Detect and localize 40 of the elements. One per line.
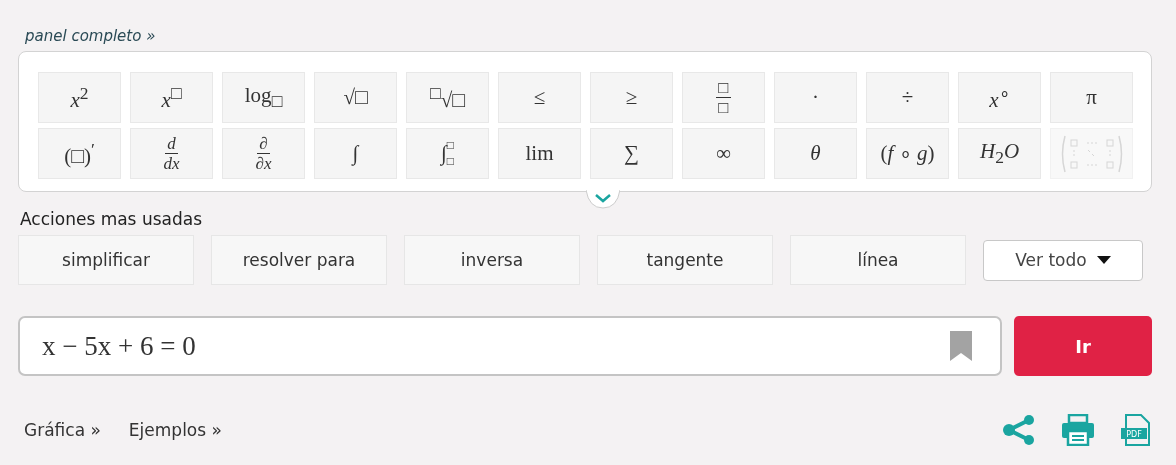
action-button[interactable]: simplificar: [18, 235, 194, 285]
math-key[interactable]: ∫: [314, 128, 397, 179]
math-key[interactable]: √□: [314, 72, 397, 123]
math-key[interactable]: ≥: [590, 72, 673, 123]
bookmark-icon[interactable]: [950, 331, 972, 361]
expression-field[interactable]: x − 5x + 6 = 0: [18, 316, 1002, 376]
math-key[interactable]: ≤: [498, 72, 581, 123]
footer-link[interactable]: Ejemplos »: [128, 420, 222, 440]
math-key[interactable]: ∞: [682, 128, 765, 179]
expression-text: x − 5x + 6 = 0: [42, 330, 196, 362]
math-key[interactable]: x$^{∘}$: [958, 72, 1041, 123]
share-icon[interactable]: [1002, 415, 1036, 445]
math-key[interactable]: (f ∘ g): [866, 128, 949, 179]
caret-icon: [1096, 256, 1111, 264]
math-key[interactable]: π: [1050, 72, 1133, 123]
math-key[interactable]: log$_{□}$: [222, 72, 305, 123]
section-title: Acciones mas usadas: [20, 209, 203, 229]
chevron-down-icon[interactable]: [586, 190, 620, 210]
go-button[interactable]: Ir: [1014, 316, 1152, 376]
math-key[interactable]: ∑: [590, 128, 673, 179]
math-key[interactable]: (□)$^{′}$: [38, 128, 121, 179]
footer-link[interactable]: Gráfica »: [24, 420, 101, 440]
math-key[interactable]: x$^{□}$: [130, 72, 213, 123]
math-key[interactable]: θ: [774, 128, 857, 179]
math-key[interactable]: d dx: [130, 128, 213, 179]
math-key[interactable]: ÷: [866, 72, 949, 123]
full-panel-link[interactable]: panel completo »: [25, 27, 156, 45]
print-icon[interactable]: [1061, 414, 1095, 446]
math-key[interactable]: H$_{2}$O: [958, 128, 1041, 179]
action-button[interactable]: línea: [790, 235, 966, 285]
see-all-dropdown[interactable]: Ver todo: [983, 239, 1143, 281]
action-button[interactable]: tangente: [597, 235, 773, 285]
math-key[interactable]: ∂ ∂x: [222, 128, 305, 179]
math-key[interactable]: lim: [498, 128, 581, 179]
math-key[interactable]: ·: [774, 72, 857, 123]
math-key[interactable]: $^{□}$√□: [406, 72, 489, 123]
math-key[interactable]: □ □: [682, 72, 765, 123]
math-key[interactable]: x$^{2}$: [38, 72, 121, 123]
action-button[interactable]: inversa: [404, 235, 580, 285]
action-button[interactable]: resolver para: [211, 235, 387, 285]
